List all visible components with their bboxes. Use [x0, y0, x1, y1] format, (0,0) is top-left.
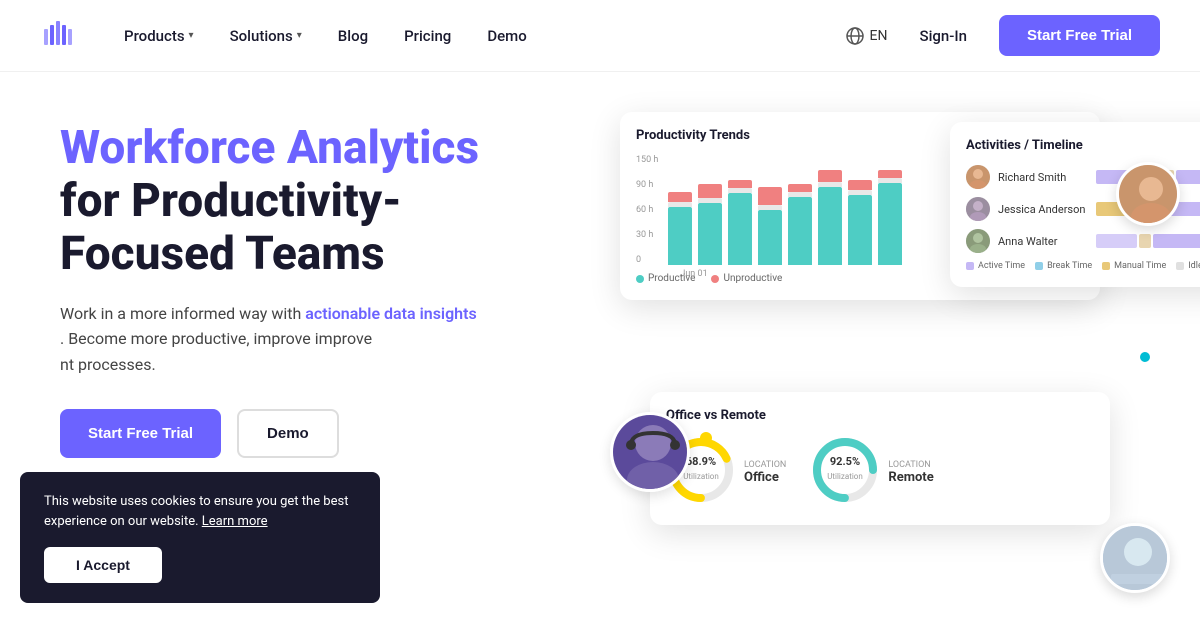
avatar-anna: [966, 229, 990, 253]
activity-legend: Active Time Break Time Manual Time Idle …: [966, 261, 1200, 271]
svg-text:92.5%: 92.5%: [830, 455, 860, 468]
yellow-dot-decoration: [700, 432, 712, 444]
hero-link[interactable]: actionable data insights: [305, 304, 476, 323]
nav-links: Products ▾ Solutions ▾ Blog Pricing Demo: [110, 19, 846, 53]
legend-productive: Productive: [636, 273, 695, 284]
activity-row-3: Anna Walter: [966, 229, 1200, 253]
avatar-richard: [966, 165, 990, 189]
name-richard: Richard Smith: [998, 171, 1088, 184]
name-jessica: Jessica Anderson: [998, 203, 1088, 216]
legend-idle: Idle Time: [1176, 261, 1200, 271]
remote-donut-wrap: 92.5% Utilization LOCATION Remote: [810, 435, 933, 509]
svg-text:Utilization: Utilization: [828, 472, 864, 481]
office-label: LOCATION Office: [744, 460, 786, 485]
legend-unproductive: Unproductive: [711, 273, 782, 284]
sign-in-button[interactable]: Sign-In: [903, 19, 982, 53]
cookie-learn-more-link[interactable]: Learn more: [202, 514, 268, 529]
navbar: Products ▾ Solutions ▾ Blog Pricing Demo…: [0, 0, 1200, 72]
blue-dot-decoration: [1140, 352, 1150, 362]
profile-avatar-2: [1100, 523, 1170, 593]
y-axis: 150 h 90 h 60 h 30 h 0: [636, 155, 658, 265]
bar-5: [788, 184, 812, 265]
remote-donut: 92.5% Utilization: [810, 435, 880, 509]
avatar-jessica: [966, 197, 990, 221]
bar-6: [818, 170, 842, 265]
bar-4: [758, 187, 782, 265]
bar-anna: [1096, 234, 1200, 248]
nav-products[interactable]: Products ▾: [110, 19, 208, 53]
cookie-text: This website uses cookies to ensure you …: [44, 492, 356, 531]
productive-dot: [636, 275, 644, 283]
hero-buttons: Start Free Trial Demo: [60, 409, 580, 458]
nav-solutions[interactable]: Solutions ▾: [216, 19, 316, 53]
hero-right: Productivity Trends 150 h 90 h 60 h 30 h…: [620, 112, 1160, 623]
hero-description: Work in a more informed way with actiona…: [60, 301, 580, 378]
bar-2: [698, 184, 722, 265]
office-remote-title: Office vs Remote: [666, 408, 1094, 423]
language-selector[interactable]: EN: [846, 27, 888, 45]
legend-manual: Manual Time: [1102, 261, 1166, 271]
chevron-down-icon: ▾: [189, 30, 194, 41]
hero-demo-button[interactable]: Demo: [237, 409, 339, 458]
hero-title: Workforce Analytics for Productivity- Fo…: [60, 122, 580, 281]
activities-title: Activities / Timeline: [966, 138, 1200, 153]
hero-cta-button[interactable]: Start Free Trial: [60, 409, 221, 458]
legend-active: Active Time: [966, 261, 1025, 271]
svg-text:68.9%: 68.9%: [686, 455, 716, 468]
nav-pricing[interactable]: Pricing: [390, 19, 465, 53]
bar-3: [728, 180, 752, 265]
office-remote-content: 68.9% Utilization LOCATION Office: [666, 435, 1094, 509]
bar-1: [668, 192, 692, 265]
nav-right: EN Sign-In Start Free Trial: [846, 15, 1160, 56]
legend-break: Break Time: [1035, 261, 1092, 271]
headphone-avatar: [610, 412, 690, 492]
nav-blog[interactable]: Blog: [324, 19, 382, 53]
unproductive-dot: [711, 275, 719, 283]
start-trial-button[interactable]: Start Free Trial: [999, 15, 1160, 56]
bar-8: [878, 170, 902, 265]
globe-icon: [846, 27, 864, 45]
profile-avatar-1: [1116, 162, 1180, 226]
remote-label: LOCATION Remote: [888, 460, 933, 485]
chevron-down-icon: ▾: [297, 30, 302, 41]
logo[interactable]: [40, 17, 78, 55]
bar-7: [848, 180, 872, 265]
logo-icon: [40, 17, 78, 55]
office-remote-card: Office vs Remote 68.9% Utilization LOCAT…: [650, 392, 1110, 525]
svg-text:Utilization: Utilization: [683, 472, 719, 481]
nav-demo[interactable]: Demo: [473, 19, 540, 53]
name-anna: Anna Walter: [998, 235, 1088, 248]
cookie-banner: This website uses cookies to ensure you …: [20, 472, 380, 603]
cookie-accept-button[interactable]: I Accept: [44, 547, 162, 583]
